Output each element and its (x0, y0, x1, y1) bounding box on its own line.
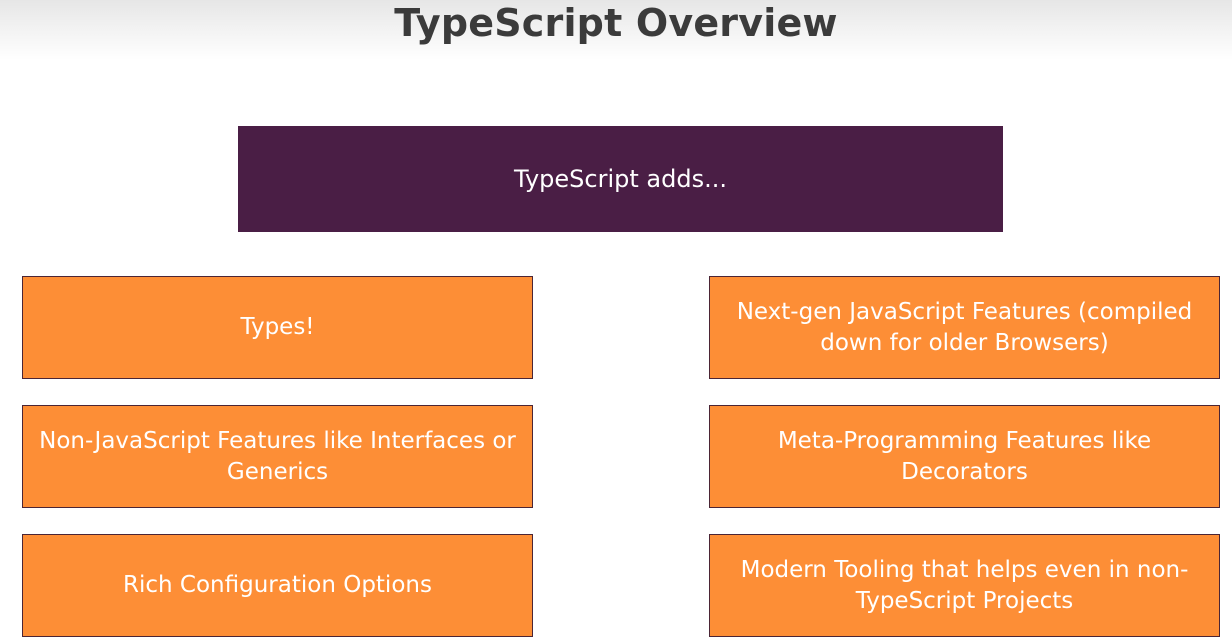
feature-label-next-gen-javascript: Next-gen JavaScript Features (compiled d… (736, 298, 1193, 356)
typescript-adds-label: TypeScript adds... (514, 165, 727, 193)
feature-label-meta-programming: Meta-Programming Features like Decorator… (777, 427, 1152, 485)
feature-box-next-gen-javascript: Next-gen JavaScript Features (compiled d… (709, 276, 1220, 379)
feature-label-rich-configuration: Rich Configuration Options (123, 572, 432, 598)
feature-box-rich-configuration: Rich Configuration Options (22, 534, 533, 637)
feature-box-non-javascript-features: Non-JavaScript Features like Interfaces … (22, 405, 533, 508)
feature-label-modern-tooling: Modern Tooling that helps even in non-Ty… (740, 556, 1189, 614)
page-title: TypeScript Overview (394, 1, 838, 45)
typescript-adds-box: TypeScript adds... (238, 126, 1003, 232)
feature-label-types: Types! (240, 314, 315, 340)
feature-box-meta-programming: Meta-Programming Features like Decorator… (709, 405, 1220, 508)
feature-box-types: Types! (22, 276, 533, 379)
feature-box-modern-tooling: Modern Tooling that helps even in non-Ty… (709, 534, 1220, 637)
feature-label-non-javascript-features: Non-JavaScript Features like Interfaces … (39, 427, 516, 485)
